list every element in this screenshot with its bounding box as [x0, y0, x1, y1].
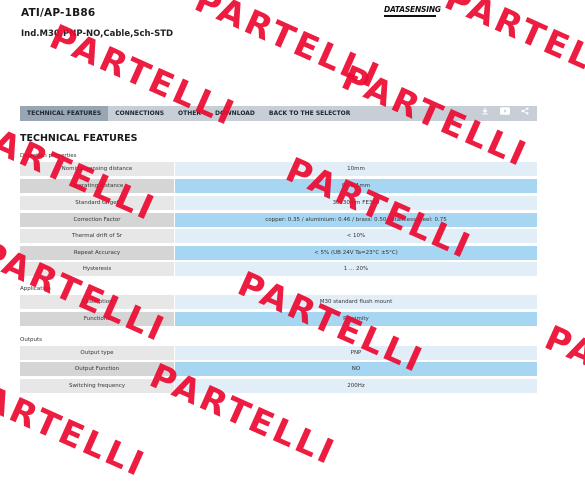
spec-row-thermal-drift: Thermal drift of Sr < 10%	[20, 229, 537, 243]
spec-label: Output Function	[20, 362, 174, 376]
spec-label: Description	[20, 295, 174, 309]
spec-row-switching-frequency: Switching frequency 200Hz	[20, 379, 537, 393]
brand-logo-text: DATASENSING	[384, 5, 441, 14]
spec-label: Operating distance	[20, 179, 174, 193]
spec-label: Switching frequency	[20, 379, 174, 393]
spec-value: < 5% (UB 24V Ta=23°C ±5°C)	[175, 246, 537, 260]
tab-other[interactable]: OTHER	[171, 106, 208, 121]
spec-label: Nominal sensing distance	[20, 162, 174, 176]
spec-label: Functions	[20, 312, 174, 326]
spec-row-output-type: Output type PNP	[20, 346, 537, 360]
spec-row-nominal-sensing-distance: Nominal sensing distance 10mm	[20, 162, 537, 176]
spec-label: Thermal drift of Sr	[20, 229, 174, 243]
watermark-text: PARTELLI	[188, 0, 387, 98]
spec-value: 30x30mm FE360	[175, 196, 537, 210]
spec-value: 200Hz	[175, 379, 537, 393]
tab-technical-features[interactable]: TECHNICAL FEATURES	[20, 106, 109, 121]
watermark-text: PARTELLI	[538, 318, 585, 436]
spec-value: NO	[175, 362, 537, 376]
spec-row-repeat-accuracy: Repeat Accuracy < 5% (UB 24V Ta=23°C ±5°…	[20, 246, 537, 260]
tab-bar-icons	[481, 106, 537, 121]
group-label-application: Application	[20, 286, 51, 292]
spec-value: copper: 0.35 / aluminium: 0.46 / brass: …	[175, 213, 537, 227]
tab-bar: TECHNICAL FEATURES CONNECTIONS OTHER DOW…	[20, 106, 537, 121]
spec-value: M30 standard flush mount	[175, 295, 537, 309]
spec-value: Proximity	[175, 312, 537, 326]
spec-value: 0...8.1mm	[175, 179, 537, 193]
youtube-icon[interactable]	[500, 106, 510, 121]
brand-logo-underline	[384, 15, 436, 17]
section-title: TECHNICAL FEATURES	[20, 133, 138, 144]
spec-row-hysteresis: Hysteresis 1 ... 20%	[20, 262, 537, 276]
spec-label: Hysteresis	[20, 262, 174, 276]
spec-row-functions: Functions Proximity	[20, 312, 537, 326]
share-icon[interactable]	[521, 106, 529, 121]
spec-row-standard-target: Standard target 30x30mm FE360	[20, 196, 537, 210]
group-label-outputs: Outputs	[20, 337, 42, 343]
spec-label: Output type	[20, 346, 174, 360]
tab-connections[interactable]: CONNECTIONS	[108, 106, 171, 121]
spec-row-output-function: Output Function NO	[20, 362, 537, 376]
product-description: Ind.M30,PNP-NO,Cable,Sch-STD	[21, 29, 174, 39]
spec-label: Correction Factor	[20, 213, 174, 227]
spec-value: 1 ... 20%	[175, 262, 537, 276]
tab-back-to-selector[interactable]: BACK TO THE SELECTOR	[262, 106, 358, 121]
spec-label: Standard target	[20, 196, 174, 210]
watermark-text: PARTELLI	[438, 0, 585, 96]
spec-row-correction-factor: Correction Factor copper: 0.35 / alumini…	[20, 213, 537, 227]
spec-value: < 10%	[175, 229, 537, 243]
product-model: ATI/AP-1B86	[21, 7, 96, 19]
brand-logo: DATASENSING	[384, 5, 441, 17]
group-label-detection: Detection properties	[20, 153, 77, 159]
spec-value: PNP	[175, 346, 537, 360]
tab-download[interactable]: DOWNLOAD	[208, 106, 262, 121]
download-icon[interactable]	[481, 106, 489, 121]
spec-row-operating-distance: Operating distance 0...8.1mm	[20, 179, 537, 193]
spec-value: 10mm	[175, 162, 537, 176]
spec-row-description: Description M30 standard flush mount	[20, 295, 537, 309]
spec-label: Repeat Accuracy	[20, 246, 174, 260]
